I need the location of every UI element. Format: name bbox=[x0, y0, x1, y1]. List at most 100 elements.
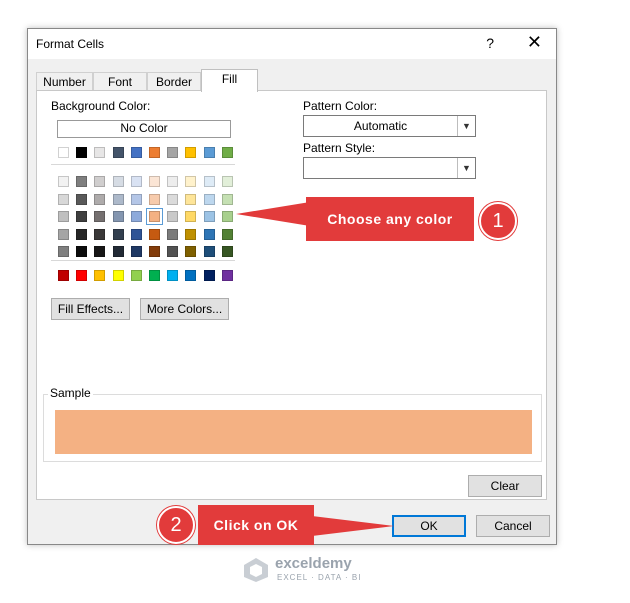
no-color-button[interactable]: No Color bbox=[57, 120, 231, 138]
color-swatch[interactable] bbox=[58, 270, 69, 281]
color-swatch[interactable] bbox=[149, 246, 160, 257]
more-colors-button[interactable]: More Colors... bbox=[140, 298, 229, 320]
color-swatch[interactable] bbox=[149, 176, 160, 187]
callout-choose-color: Choose any color bbox=[306, 197, 474, 241]
color-swatch[interactable] bbox=[167, 193, 179, 205]
color-swatch[interactable] bbox=[221, 270, 233, 281]
color-swatch[interactable] bbox=[203, 147, 215, 158]
color-swatch[interactable] bbox=[185, 176, 197, 187]
callout-click-ok: Click on OK bbox=[198, 505, 314, 545]
color-swatch[interactable] bbox=[112, 193, 124, 205]
color-swatch[interactable] bbox=[185, 211, 197, 222]
color-swatch[interactable] bbox=[167, 246, 179, 257]
color-swatch[interactable] bbox=[58, 246, 69, 257]
close-icon[interactable]: ✕ bbox=[527, 32, 542, 53]
color-swatch[interactable] bbox=[94, 176, 106, 187]
tab-font[interactable]: Font bbox=[93, 72, 147, 91]
color-swatch[interactable] bbox=[130, 193, 142, 205]
clear-button[interactable]: Clear bbox=[468, 475, 542, 497]
pattern-color-dropdown[interactable]: Automatic ▼ bbox=[303, 115, 476, 137]
color-swatch[interactable] bbox=[130, 211, 142, 222]
color-swatch[interactable] bbox=[94, 270, 106, 281]
color-swatch[interactable] bbox=[130, 246, 142, 257]
step-badge-1: 1 bbox=[479, 202, 517, 240]
color-swatch[interactable] bbox=[167, 270, 179, 281]
color-swatch[interactable] bbox=[221, 228, 233, 240]
color-swatch[interactable] bbox=[94, 147, 106, 158]
color-swatch[interactable] bbox=[76, 270, 88, 281]
color-swatch[interactable] bbox=[112, 147, 124, 158]
color-swatch[interactable] bbox=[58, 228, 69, 240]
color-swatch[interactable] bbox=[221, 211, 233, 222]
separator bbox=[51, 260, 235, 261]
color-swatch[interactable] bbox=[185, 193, 197, 205]
color-swatch[interactable] bbox=[130, 176, 142, 187]
color-swatch[interactable] bbox=[94, 211, 106, 222]
color-swatch[interactable] bbox=[185, 246, 197, 257]
color-swatch[interactable] bbox=[130, 147, 142, 158]
color-swatch[interactable] bbox=[167, 228, 179, 240]
color-swatch[interactable] bbox=[149, 228, 160, 240]
help-icon[interactable]: ? bbox=[486, 35, 494, 51]
background-color-label: Background Color: bbox=[51, 99, 151, 113]
color-swatch[interactable] bbox=[203, 176, 215, 187]
color-swatch[interactable] bbox=[167, 176, 179, 187]
color-swatch[interactable] bbox=[112, 246, 124, 257]
tab-fill[interactable]: Fill bbox=[201, 69, 258, 92]
callout-arrow bbox=[236, 202, 310, 226]
color-swatch[interactable] bbox=[94, 228, 106, 240]
color-swatch[interactable] bbox=[203, 270, 215, 281]
color-swatch[interactable] bbox=[58, 176, 69, 187]
color-swatch[interactable] bbox=[112, 228, 124, 240]
color-swatch[interactable] bbox=[130, 270, 142, 281]
color-swatch[interactable] bbox=[76, 246, 88, 257]
color-swatch[interactable] bbox=[203, 228, 215, 240]
color-swatch[interactable] bbox=[58, 211, 69, 222]
cancel-button[interactable]: Cancel bbox=[476, 515, 550, 537]
fill-effects-button[interactable]: Fill Effects... bbox=[51, 298, 130, 320]
separator bbox=[51, 164, 235, 165]
color-swatch[interactable] bbox=[76, 176, 88, 187]
sample-label: Sample bbox=[48, 386, 93, 400]
color-swatch[interactable] bbox=[203, 246, 215, 257]
color-swatch[interactable] bbox=[149, 270, 160, 281]
color-swatch[interactable] bbox=[185, 228, 197, 240]
pattern-style-label: Pattern Style: bbox=[303, 141, 376, 155]
tab-border[interactable]: Border bbox=[147, 72, 201, 91]
chevron-down-icon[interactable]: ▼ bbox=[457, 158, 475, 178]
color-swatch[interactable] bbox=[130, 228, 142, 240]
color-swatch[interactable] bbox=[221, 147, 233, 158]
color-swatch[interactable] bbox=[167, 211, 179, 222]
color-swatch[interactable] bbox=[146, 208, 163, 225]
chevron-down-icon[interactable]: ▼ bbox=[457, 116, 475, 136]
watermark-title: exceldemy bbox=[275, 555, 352, 572]
color-swatch[interactable] bbox=[94, 193, 106, 205]
color-swatch[interactable] bbox=[185, 147, 197, 158]
color-swatch[interactable] bbox=[149, 147, 160, 158]
color-swatch[interactable] bbox=[203, 211, 215, 222]
pattern-color-value: Automatic bbox=[353, 119, 408, 133]
pattern-style-dropdown[interactable]: ▼ bbox=[303, 157, 476, 179]
color-swatch[interactable] bbox=[203, 193, 215, 205]
color-swatch[interactable] bbox=[221, 176, 233, 187]
color-swatch[interactable] bbox=[76, 228, 88, 240]
format-cells-dialog: Format Cells ? ✕ Number Font Border Fill… bbox=[27, 28, 557, 545]
color-swatch[interactable] bbox=[58, 193, 69, 205]
sample-preview bbox=[55, 410, 532, 454]
color-swatch[interactable] bbox=[112, 211, 124, 222]
color-swatch[interactable] bbox=[94, 246, 106, 257]
color-swatch[interactable] bbox=[112, 176, 124, 187]
dialog-title: Format Cells bbox=[36, 37, 105, 51]
color-swatch[interactable] bbox=[76, 211, 88, 222]
color-swatch[interactable] bbox=[149, 193, 160, 205]
color-swatch[interactable] bbox=[221, 246, 233, 257]
tab-number[interactable]: Number bbox=[36, 72, 93, 91]
ok-button[interactable]: OK bbox=[392, 515, 466, 537]
color-swatch[interactable] bbox=[58, 147, 69, 158]
color-swatch[interactable] bbox=[112, 270, 124, 281]
color-swatch[interactable] bbox=[167, 147, 179, 158]
color-swatch[interactable] bbox=[185, 270, 197, 281]
color-swatch[interactable] bbox=[76, 193, 88, 205]
color-swatch[interactable] bbox=[221, 193, 233, 205]
color-swatch[interactable] bbox=[76, 147, 88, 158]
